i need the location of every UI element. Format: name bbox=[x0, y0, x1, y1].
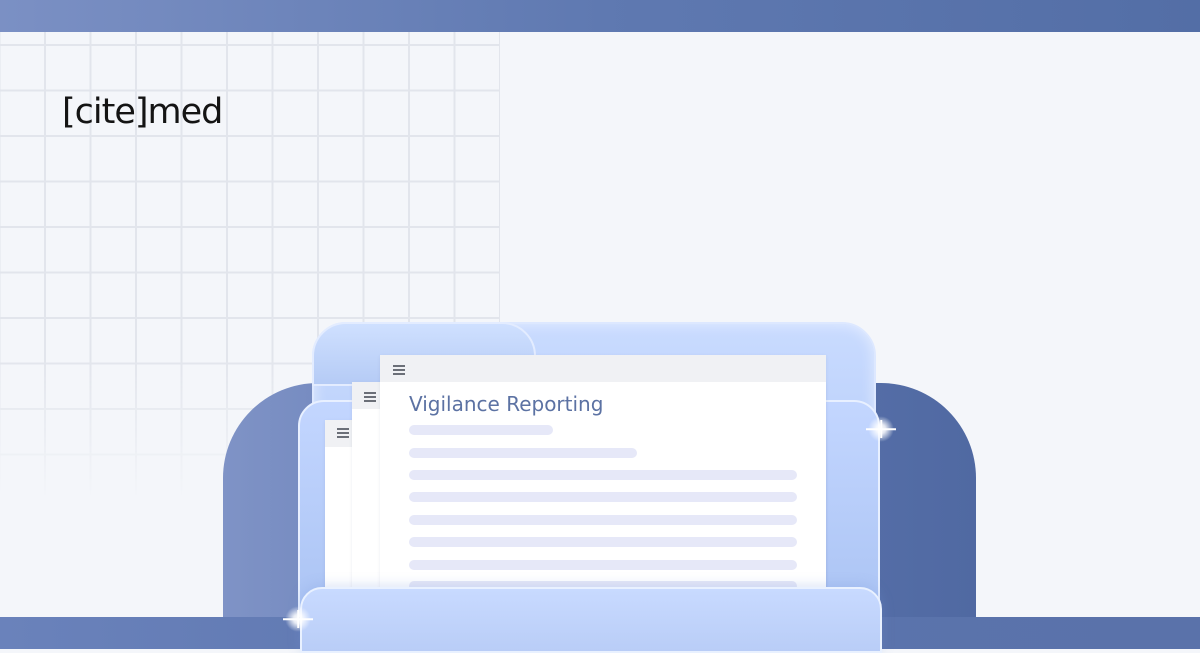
folder-front-panel bbox=[300, 587, 882, 653]
menu-icon bbox=[337, 428, 349, 438]
sparkle-icon bbox=[285, 606, 311, 632]
placeholder-line bbox=[409, 492, 797, 502]
menu-icon bbox=[364, 392, 376, 402]
top-banner-bar bbox=[0, 0, 1200, 32]
placeholder-line bbox=[409, 470, 797, 480]
placeholder-line bbox=[409, 425, 553, 435]
menu-icon bbox=[393, 365, 405, 375]
placeholder-line bbox=[409, 515, 797, 525]
sparkle-icon bbox=[868, 416, 894, 442]
placeholder-line bbox=[409, 448, 637, 458]
document-title: Vigilance Reporting bbox=[409, 392, 604, 416]
placeholder-line bbox=[409, 560, 797, 570]
placeholder-line bbox=[409, 537, 797, 547]
citemed-logo: [cite]med bbox=[62, 92, 223, 132]
sheet-header bbox=[380, 355, 826, 382]
